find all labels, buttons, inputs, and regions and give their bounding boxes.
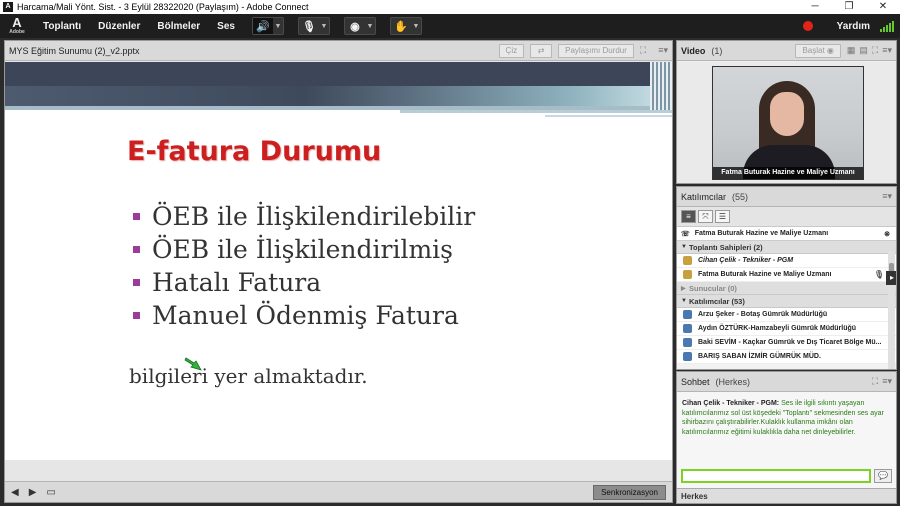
start-webcam-button[interactable]: Başlat ◉ xyxy=(795,43,841,58)
recording-indicator-icon[interactable] xyxy=(802,21,813,31)
chevron-down-icon[interactable]: ▼ xyxy=(273,23,283,30)
shared-document-title: MYS Eğitim Sunumu (2)_v2.pptx xyxy=(9,45,140,56)
help-menu[interactable]: Yardım xyxy=(837,21,870,32)
attendees-pod-header: Katılımcılar (55) ≡▾ xyxy=(677,187,896,207)
attendee-row[interactable]: Baki SEVİM - Kaçkar Gümrük ve Dış Ticare… xyxy=(677,336,896,350)
attendee-row[interactable]: Fatma Buturak Hazine ve Maliye Uzmanı 🎙 xyxy=(677,268,896,282)
video-area: Fatma Buturak Hazine ve Maliye Uzmanı xyxy=(677,62,896,183)
slide-bullet: ÖEB ile İlişkilendirilebilir xyxy=(133,200,475,233)
status-view-icon[interactable]: ☰ xyxy=(715,210,730,223)
raise-hand-icon[interactable]: ✋ xyxy=(391,18,411,34)
share-pod: MYS Eğitim Sunumu (2)_v2.pptx Çiz ⇄ Payl… xyxy=(4,40,673,503)
attendees-scrollbar[interactable] xyxy=(888,251,895,369)
collapse-panel-icon[interactable]: ▸ xyxy=(886,271,896,285)
speaker-icon[interactable]: 🔊 xyxy=(252,18,273,34)
window-title: Harcama/Mali Yönt. Sist. - 3 Eylül 28322… xyxy=(17,2,309,12)
chat-tabs: Herkes xyxy=(677,488,896,503)
video-pod-header: Video (1) Başlat ◉ ▦ ▤ ⛶ ≡▾ xyxy=(677,41,896,61)
restore-button[interactable]: ❐ xyxy=(832,0,866,14)
grid-view-icon[interactable]: ▦ xyxy=(847,45,856,56)
menu-meeting[interactable]: Toplantı xyxy=(43,21,81,32)
microphone-icon: 🎙 xyxy=(873,270,884,279)
close-button[interactable]: ✕ xyxy=(866,0,900,14)
slide-bullet-list: ÖEB ile İlişkilendirilebilir ÖEB ile İli… xyxy=(133,200,475,332)
chat-pod: Sohbet (Herkes) ⛶ ≡▾ Cihan Çelik - Tekni… xyxy=(676,371,897,504)
participants-group[interactable]: ▼ Katılımcılar (53) xyxy=(677,295,896,308)
attendees-pod: Katılımcılar (55) ≡▾ ≡ ⤧ ☰ ☏ Fatma Butur… xyxy=(676,186,897,370)
fullscreen-icon[interactable]: ⛶ xyxy=(872,45,878,56)
menu-layouts[interactable]: Düzenler xyxy=(98,21,140,32)
speaker-control[interactable]: 🔊 ▼ xyxy=(251,17,284,35)
chat-input[interactable] xyxy=(681,469,871,483)
adobe-logo: A Adobe xyxy=(5,14,29,38)
pod-menu-icon[interactable]: ≡▾ xyxy=(882,45,892,56)
video-pod: Video (1) Başlat ◉ ▦ ▤ ⛶ ≡▾ Fatma Butura… xyxy=(676,40,897,184)
participant-icon xyxy=(683,324,692,333)
share-pod-footer: ◀ ▶ ▭ Senkronizasyon xyxy=(5,481,672,502)
video-caption: Fatma Buturak Hazine ve Maliye Uzmanı xyxy=(713,167,863,179)
previous-slide-icon[interactable]: ◀ xyxy=(11,487,19,498)
attendees-toolbar: ≡ ⤧ ☰ xyxy=(677,207,896,227)
list-view-icon[interactable]: ≡ xyxy=(681,210,696,223)
sync-button[interactable]: Senkronizasyon xyxy=(593,484,666,500)
menu-audio[interactable]: Ses xyxy=(217,21,235,32)
microphone-control[interactable]: 🎙 ▼ xyxy=(297,17,330,35)
presentation-slide: E-fatura Durumu ÖEB ile İlişkilendirileb… xyxy=(5,62,672,460)
fullscreen-icon[interactable]: ⛶ xyxy=(640,45,646,56)
fullscreen-icon[interactable]: ⛶ xyxy=(872,376,878,387)
host-icon xyxy=(683,256,692,265)
filmstrip-view-icon[interactable]: ▤ xyxy=(859,45,868,56)
chat-messages: Cihan Çelik - Tekniker - PGM: Ses ile il… xyxy=(677,392,896,444)
webcam-icon[interactable]: ◉ xyxy=(345,18,365,34)
filmstrip-icon[interactable]: ▭ xyxy=(46,487,55,498)
sync-view-icon[interactable]: ⇄ xyxy=(530,43,553,58)
presenters-group[interactable]: ▶ Sunucular (0) xyxy=(677,282,896,295)
attendee-row[interactable]: Cihan Çelik - Tekniker - PGM xyxy=(677,254,896,268)
draw-button[interactable]: Çiz xyxy=(498,43,525,58)
attendee-row[interactable]: Arzu Şeker - Botaş Gümrük Müdürlüğü xyxy=(677,308,896,322)
next-slide-icon[interactable]: ▶ xyxy=(29,487,37,498)
minimize-button[interactable]: ─ xyxy=(798,0,832,14)
stop-sharing-button[interactable]: Paylaşımı Durdur xyxy=(558,43,634,58)
main-menubar: A Adobe Toplantı Düzenler Bölmeler Ses 🔊… xyxy=(0,14,900,38)
slide-title: E-fatura Durumu xyxy=(127,136,382,167)
pod-menu-icon[interactable]: ≡▾ xyxy=(658,45,668,56)
window-titlebar: A Harcama/Mali Yönt. Sist. - 3 Eylül 283… xyxy=(0,0,900,14)
right-column: Video (1) Başlat ◉ ▦ ▤ ⛶ ≡▾ Fatma Butura… xyxy=(676,40,897,506)
host-icon xyxy=(683,270,692,279)
pod-menu-icon[interactable]: ≡▾ xyxy=(882,376,892,387)
close-icon[interactable]: ⊗ xyxy=(884,230,890,238)
pod-menu-icon[interactable]: ≡▾ xyxy=(882,191,892,202)
send-message-icon[interactable]: 💬 xyxy=(874,469,892,483)
webcam-feed[interactable]: Fatma Buturak Hazine ve Maliye Uzmanı xyxy=(712,66,864,180)
chevron-down-icon[interactable]: ▼ xyxy=(411,23,421,30)
connection-signal-icon xyxy=(880,20,894,32)
menu-pods[interactable]: Bölmeler xyxy=(157,21,200,32)
chat-tab-everyone[interactable]: Herkes xyxy=(681,492,708,501)
adobe-connect-app-icon: A xyxy=(3,2,13,12)
slide-bullet: Manuel Ödenmiş Fatura xyxy=(133,299,475,332)
speaker-icon: ☏ xyxy=(681,230,690,238)
participant-icon xyxy=(683,338,692,347)
attendee-row[interactable]: Aydın ÖZTÜRK-Hamzabeyli Gümrük Müdürlüğü xyxy=(677,322,896,336)
microphone-icon[interactable]: 🎙 xyxy=(299,18,319,34)
slide-bullet: Hatalı Fatura xyxy=(133,266,475,299)
share-pod-header: MYS Eğitim Sunumu (2)_v2.pptx Çiz ⇄ Payl… xyxy=(5,41,672,61)
attendee-row[interactable]: BARIŞ SABAN İZMİR GÜMRÜK MÜD. xyxy=(677,350,896,364)
participant-icon xyxy=(683,352,692,361)
participant-icon xyxy=(683,310,692,319)
chevron-down-icon[interactable]: ▼ xyxy=(319,23,329,30)
raise-hand-control[interactable]: ✋ ▼ xyxy=(389,17,422,35)
slide-footer-text: bilgileri yer almaktadır. xyxy=(129,364,368,388)
chat-message-author: Cihan Çelik - Tekniker - PGM: xyxy=(682,400,780,407)
slide-bullet: ÖEB ile İlişkilendirilmiş xyxy=(133,233,475,266)
active-speaker-row: ☏ Fatma Buturak Hazine ve Maliye Uzmanı … xyxy=(677,227,896,241)
breakout-icon[interactable]: ⤧ xyxy=(698,210,713,223)
webcam-control[interactable]: ◉ ▼ xyxy=(343,17,376,35)
chevron-down-icon[interactable]: ▼ xyxy=(365,23,375,30)
hosts-group[interactable]: ▼ Toplantı Sahipleri (2) xyxy=(677,241,896,254)
chat-pod-header: Sohbet (Herkes) ⛶ ≡▾ xyxy=(677,372,896,392)
